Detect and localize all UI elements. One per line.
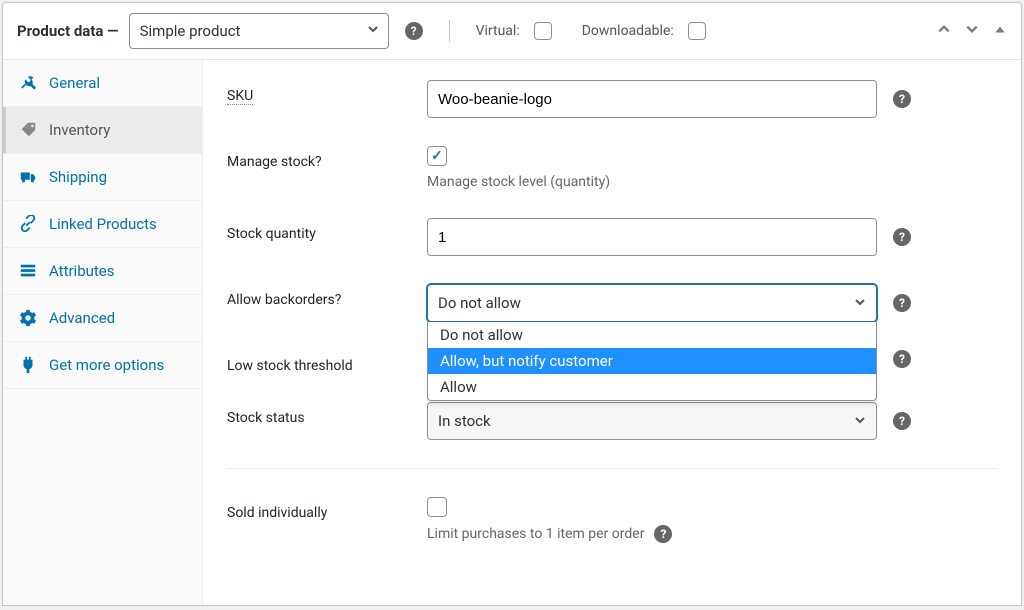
- help-icon[interactable]: ?: [893, 412, 911, 430]
- stock-quantity-label: Stock quantity: [227, 218, 427, 242]
- tab-label: Advanced: [49, 309, 115, 327]
- stock-status-select[interactable]: In stock: [427, 402, 877, 440]
- sold-individually-desc: Limit purchases to 1 item per order: [427, 526, 644, 542]
- product-type-select[interactable]: Simple product: [129, 13, 389, 49]
- downloadable-checkbox[interactable]: [688, 22, 706, 40]
- backorders-option-allow-notify[interactable]: Allow, but notify customer: [428, 348, 876, 374]
- tab-label: General: [49, 74, 100, 92]
- tab-content: SKU ? Manage stock? Manage stock level (…: [203, 60, 1021, 605]
- truck-icon: [19, 168, 37, 186]
- panel-body: General Inventory Shipping Linked Produc…: [3, 60, 1021, 605]
- backorders-option-allow[interactable]: Allow: [428, 374, 876, 400]
- wrench-icon: [19, 74, 37, 92]
- field-sold-individually: Sold individually Limit purchases to 1 i…: [227, 468, 997, 543]
- backorders-select[interactable]: Do not allow: [427, 284, 877, 322]
- backorders-option-do-not-allow[interactable]: Do not allow: [428, 322, 876, 348]
- sold-individually-label: Sold individually: [227, 497, 427, 521]
- chevron-down-icon: [854, 412, 866, 430]
- product-type-select-wrap: Simple product: [129, 13, 389, 49]
- stock-status-value: In stock: [438, 412, 491, 430]
- help-icon[interactable]: ?: [893, 294, 911, 312]
- manage-stock-desc: Manage stock level (quantity): [427, 174, 610, 190]
- field-manage-stock: Manage stock? Manage stock level (quanti…: [227, 146, 997, 190]
- sold-individually-checkbox[interactable]: [427, 497, 447, 517]
- plugin-icon: [19, 356, 37, 374]
- tab-attributes[interactable]: Attributes: [3, 248, 202, 295]
- tab-label: Shipping: [49, 168, 107, 186]
- panel-title: Product data —: [17, 22, 119, 40]
- stock-quantity-input[interactable]: [427, 218, 877, 256]
- manage-stock-label: Manage stock?: [227, 146, 427, 170]
- separator: [449, 20, 450, 42]
- panel-header: Product data — Simple product ? Virtual:…: [3, 3, 1021, 60]
- tab-inventory[interactable]: Inventory: [3, 107, 202, 154]
- tab-label: Get more options: [49, 356, 164, 374]
- tab-shipping[interactable]: Shipping: [3, 154, 202, 201]
- manage-stock-checkbox[interactable]: [427, 146, 447, 166]
- stock-status-label: Stock status: [227, 402, 427, 426]
- sku-input[interactable]: [427, 80, 877, 118]
- link-icon: [19, 215, 37, 233]
- tab-label: Attributes: [49, 262, 115, 280]
- tab-label: Inventory: [49, 121, 110, 139]
- help-icon[interactable]: ?: [893, 90, 911, 108]
- low-stock-label: Low stock threshold: [227, 350, 427, 374]
- product-type-value: Simple product: [140, 22, 241, 40]
- tag-icon: [19, 121, 37, 139]
- virtual-label: Virtual:: [476, 23, 520, 39]
- field-allow-backorders: Allow backorders? Do not allow Do not al…: [227, 284, 997, 322]
- tab-advanced[interactable]: Advanced: [3, 295, 202, 342]
- chevron-down-icon: [854, 294, 866, 312]
- tab-general[interactable]: General: [3, 60, 202, 107]
- tab-get-more-options[interactable]: Get more options: [3, 342, 202, 389]
- downloadable-label: Downloadable:: [582, 23, 674, 39]
- backorders-dropdown: Do not allow Allow, but notify customer …: [427, 322, 877, 401]
- help-icon[interactable]: ?: [893, 228, 911, 246]
- move-down-icon[interactable]: [965, 22, 979, 40]
- sku-label: SKU: [227, 80, 253, 105]
- move-up-icon[interactable]: [937, 22, 951, 40]
- list-icon: [19, 262, 37, 280]
- collapse-icon[interactable]: [993, 22, 1007, 40]
- tabs-sidebar: General Inventory Shipping Linked Produc…: [3, 60, 203, 605]
- tab-linked-products[interactable]: Linked Products: [3, 201, 202, 248]
- help-icon[interactable]: ?: [893, 350, 911, 368]
- help-icon[interactable]: ?: [654, 525, 672, 543]
- gear-icon: [19, 309, 37, 327]
- panel-header-actions: [937, 22, 1007, 40]
- tab-label: Linked Products: [49, 215, 157, 233]
- product-data-panel: Product data — Simple product ? Virtual:…: [2, 2, 1022, 606]
- field-stock-quantity: Stock quantity ?: [227, 218, 997, 256]
- field-stock-status: Stock status In stock ?: [227, 402, 997, 440]
- field-sku: SKU ?: [227, 80, 997, 118]
- backorders-label: Allow backorders?: [227, 284, 427, 308]
- backorders-value: Do not allow: [438, 294, 521, 312]
- help-icon[interactable]: ?: [405, 22, 423, 40]
- virtual-checkbox[interactable]: [534, 22, 552, 40]
